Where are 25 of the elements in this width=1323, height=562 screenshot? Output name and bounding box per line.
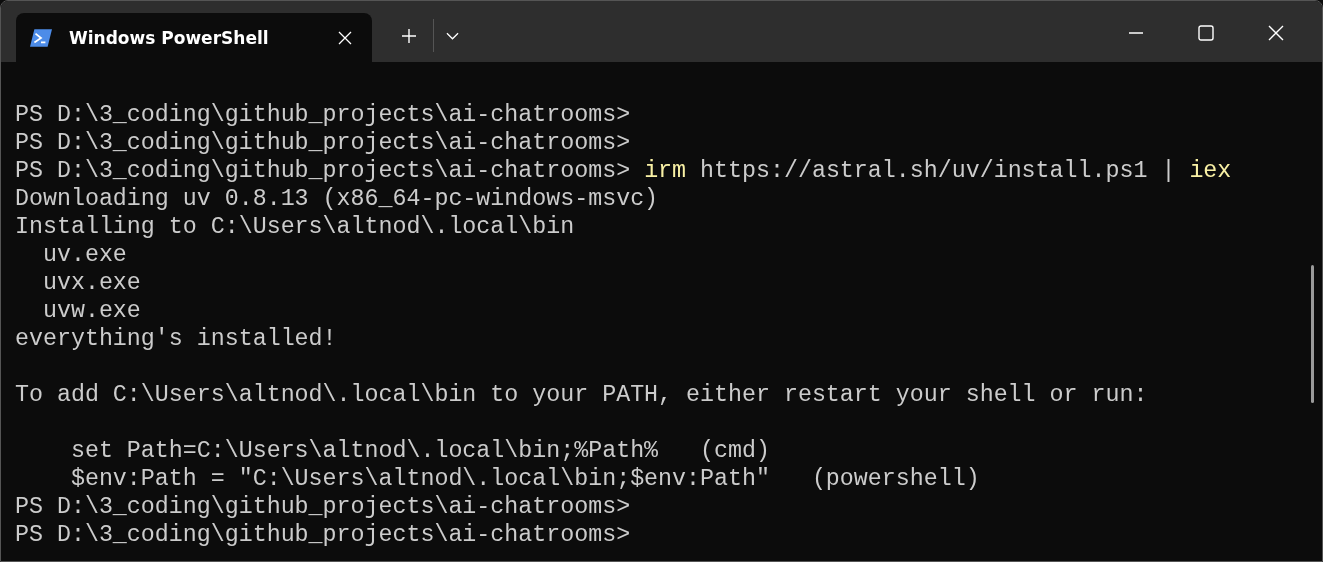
output-text: everything's installed!	[15, 326, 337, 352]
output-text: PS D:\3_coding\github_projects\ai-chatrooms>	[15, 130, 631, 156]
close-tab-icon[interactable]	[338, 30, 352, 45]
command-text: irm	[644, 158, 687, 184]
output-text: uv.exe	[41, 242, 127, 268]
output-text: PS D:\3_coding\github_projects\ai-chatrooms>	[15, 102, 631, 128]
command-text: iex	[1189, 158, 1232, 184]
output-text: PS D:\3_coding\github_projects\ai-chatrooms>	[15, 494, 631, 520]
output-text: Downloading uv 0.8.13 (x86_64-pc-windows-msvc)	[15, 186, 659, 212]
output-text: PS D:\3_coding\github_projects\ai-chatrooms>	[15, 522, 631, 548]
output-text: uvw.exe	[41, 298, 141, 324]
powershell-icon	[30, 28, 52, 47]
dropdown-icon[interactable]	[446, 32, 459, 40]
tab[interactable]: Windows PowerShell	[16, 13, 372, 62]
output-text: PS D:\3_coding\github_projects\ai-chatrooms>	[15, 158, 632, 184]
output-text: https://astral.sh/uv/install.ps1 |	[699, 158, 1177, 184]
close-icon[interactable]	[1268, 25, 1284, 41]
output-text: To add C:\Users\altnod\.local\bin to your PATH, either restart your shell or run:	[15, 382, 1148, 408]
new-tab-icon[interactable]	[401, 28, 417, 44]
output-text: uvx.exe	[41, 270, 141, 296]
output-text: $env:Path = "C:\Users\altnod\.local\bin;$env:Path" (powershell)	[69, 466, 980, 492]
output-text: set Path=C:\Users\altnod\.local\bin;%Path% (cmd)	[69, 438, 770, 464]
scrollbar-thumb[interactable]	[1311, 265, 1314, 403]
maximize-icon[interactable]	[1198, 25, 1214, 41]
output-text: Installing to C:\Users\altnod\.local\bin	[15, 214, 575, 240]
